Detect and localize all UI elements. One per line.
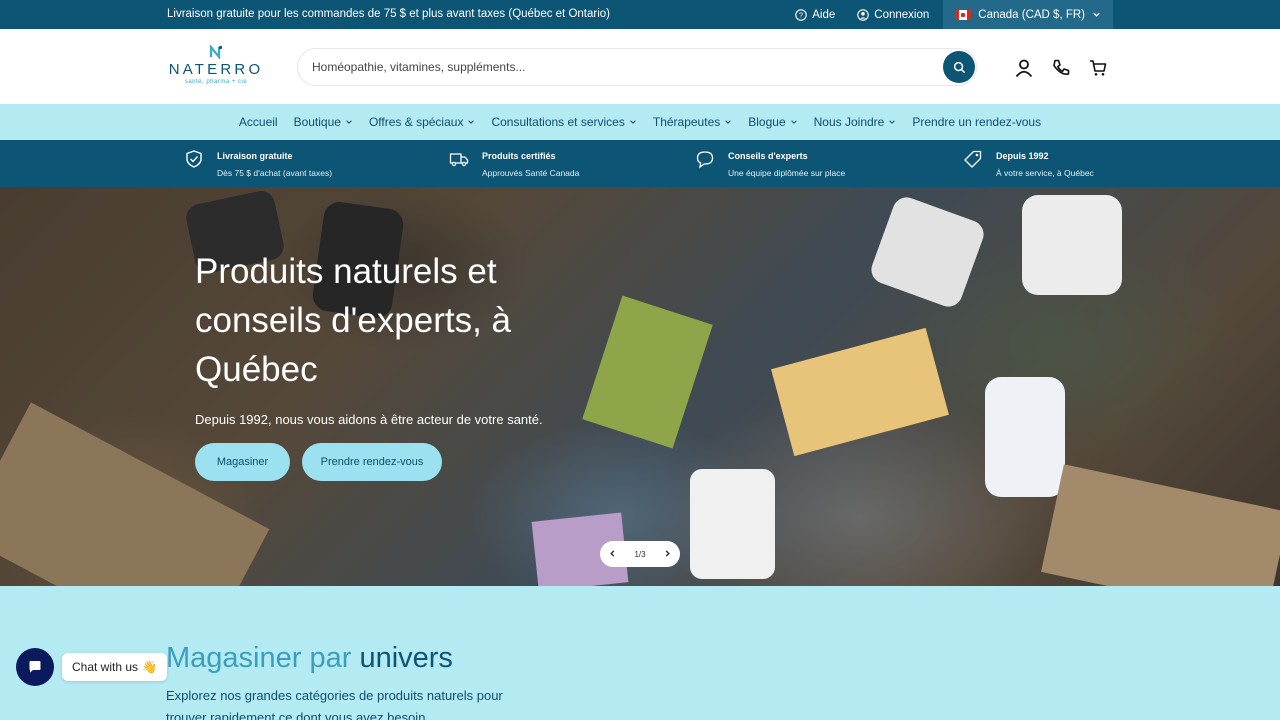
hero-content: Produits naturels et conseils d'experts,… bbox=[195, 247, 543, 481]
nav-item-accueil[interactable]: Accueil bbox=[239, 115, 278, 129]
country-selector[interactable]: Canada (CAD $, FR) bbox=[943, 0, 1113, 29]
user-icon bbox=[1015, 59, 1033, 78]
nav-label: Prendre un rendez-vous bbox=[912, 115, 1042, 129]
chat-bubble-icon bbox=[29, 661, 41, 673]
help-link[interactable]: ? Aide bbox=[795, 9, 835, 21]
canada-flag-icon bbox=[955, 9, 972, 20]
product-bag-decoration bbox=[1041, 464, 1280, 586]
announcement-bar: Livraison gratuite pour les commandes de… bbox=[0, 0, 1280, 29]
chat-label-text: Chat with us bbox=[72, 660, 139, 674]
logo-tagline: santé, pharma + cie bbox=[184, 79, 248, 85]
account-button[interactable] bbox=[1014, 58, 1034, 78]
chevron-down-icon bbox=[725, 120, 732, 124]
phone-button[interactable] bbox=[1051, 58, 1071, 78]
product-jar-decoration bbox=[690, 469, 775, 579]
country-label: Canada (CAD $, FR) bbox=[978, 8, 1085, 21]
hero-title: Produits naturels et conseils d'experts,… bbox=[195, 252, 512, 389]
nav-label: Nous Joindre bbox=[813, 115, 885, 129]
search-bar bbox=[297, 48, 977, 86]
tag-icon bbox=[964, 150, 982, 168]
nav-label: Boutique bbox=[293, 115, 341, 129]
nav-label: Offres & spéciaux bbox=[368, 115, 464, 129]
product-jar-decoration bbox=[1022, 195, 1122, 295]
nav-item-rendez-vous[interactable]: Prendre un rendez-vous bbox=[912, 115, 1041, 129]
search-button[interactable] bbox=[943, 51, 975, 83]
chevron-down-icon bbox=[790, 120, 797, 124]
wave-emoji: 👋 bbox=[142, 660, 157, 674]
product-bottle-decoration bbox=[867, 193, 988, 311]
nav-label: Blogue bbox=[748, 115, 786, 129]
login-link[interactable]: Connexion bbox=[857, 9, 929, 21]
nav-item-therapeutes[interactable]: Thérapeutes bbox=[653, 115, 732, 129]
benefit-subtitle: Une équipe diplômée sur place bbox=[728, 168, 846, 178]
slider-next-button[interactable] bbox=[663, 549, 672, 560]
appointment-button[interactable]: Prendre rendez-vous bbox=[302, 443, 442, 481]
nav-item-nous-joindre[interactable]: Nous Joindre bbox=[814, 115, 897, 129]
chevron-right-icon bbox=[665, 549, 670, 557]
nav-label: Consultations et services bbox=[491, 115, 625, 129]
chevron-down-icon bbox=[630, 120, 636, 124]
benefit-title: Depuis 1992 bbox=[996, 151, 1049, 161]
user-circle-icon bbox=[857, 8, 870, 21]
announcement-text: Livraison gratuite pour les commandes de… bbox=[167, 8, 610, 20]
login-label: Connexion bbox=[874, 8, 930, 21]
nav-item-boutique[interactable]: Boutique bbox=[294, 115, 353, 129]
chat-label[interactable]: Chat with us 👋 bbox=[62, 653, 167, 681]
truck-icon bbox=[449, 153, 469, 167]
main-nav: Accueil Boutique Offres & spéciaux Consu… bbox=[0, 104, 1280, 140]
section-title-part2: univers bbox=[359, 642, 453, 674]
cart-button[interactable] bbox=[1088, 58, 1108, 78]
benefit-subtitle: Approuvés Santé Canada bbox=[482, 168, 580, 178]
topbar-links: ? Aide Connexion Canada (CAD $, FR) bbox=[773, 0, 1113, 29]
section-title-part1: Magasiner par bbox=[166, 642, 352, 674]
benefit-title: Livraison gratuite bbox=[217, 151, 293, 161]
nav-item-blogue[interactable]: Blogue bbox=[748, 115, 797, 129]
benefit-title: Produits certifiés bbox=[482, 151, 556, 161]
shop-by-category-section: Magasiner par univers Explorez nos grand… bbox=[0, 586, 1280, 720]
slider-prev-button[interactable] bbox=[608, 549, 617, 560]
chat-button[interactable] bbox=[16, 648, 54, 686]
chat-icon bbox=[696, 151, 714, 169]
benefits-bar: Livraison gratuite Dès 75 $ d'achat (ava… bbox=[0, 140, 1280, 187]
svg-text:?: ? bbox=[799, 10, 803, 19]
naterro-logo[interactable]: NATERRO santé, pharma + cie bbox=[166, 45, 266, 85]
product-bottle-decoration bbox=[985, 377, 1065, 497]
shop-button[interactable]: Magasiner bbox=[195, 443, 290, 481]
hero-subtitle: Depuis 1992, nous vous aidons à être act… bbox=[195, 412, 543, 427]
section-description: Explorez nos grandes catégories de produ… bbox=[166, 688, 503, 720]
cart-icon bbox=[1090, 60, 1107, 76]
product-box-decoration bbox=[771, 327, 949, 457]
logo-mark-icon bbox=[209, 45, 223, 59]
chevron-down-icon bbox=[889, 120, 896, 124]
nav-item-consultations[interactable]: Consultations et services bbox=[491, 115, 636, 129]
logo-name: NATERRO bbox=[168, 61, 264, 78]
nav-item-offres[interactable]: Offres & spéciaux bbox=[369, 115, 476, 129]
search-icon bbox=[953, 61, 965, 73]
nav-label: Accueil bbox=[238, 115, 278, 129]
section-title: Magasiner par univers bbox=[166, 642, 453, 675]
phone-icon bbox=[1053, 59, 1070, 75]
search-input[interactable] bbox=[312, 60, 912, 74]
help-icon: ? bbox=[795, 8, 807, 21]
benefit-title: Conseils d'experts bbox=[728, 151, 808, 161]
site-header: NATERRO santé, pharma + cie bbox=[0, 29, 1280, 104]
hero-buttons: Magasiner Prendre rendez-vous bbox=[195, 443, 543, 481]
help-label: Aide bbox=[812, 8, 836, 21]
chevron-down-icon bbox=[346, 120, 352, 124]
benefit-subtitle: À votre service, à Québec bbox=[996, 168, 1094, 178]
slider-controls: 1/3 bbox=[600, 541, 680, 567]
shield-check-icon bbox=[186, 150, 202, 168]
nav-label: Thérapeutes bbox=[652, 115, 721, 129]
benefit-subtitle: Dès 75 $ d'achat (avant taxes) bbox=[217, 168, 333, 178]
hero-banner: Produits naturels et conseils d'experts,… bbox=[0, 187, 1280, 586]
chevron-down-icon bbox=[1093, 12, 1100, 17]
product-box-decoration bbox=[582, 295, 713, 449]
slide-counter: 1/3 bbox=[634, 549, 646, 559]
chevron-down-icon bbox=[468, 120, 475, 124]
chevron-left-icon bbox=[610, 549, 615, 557]
